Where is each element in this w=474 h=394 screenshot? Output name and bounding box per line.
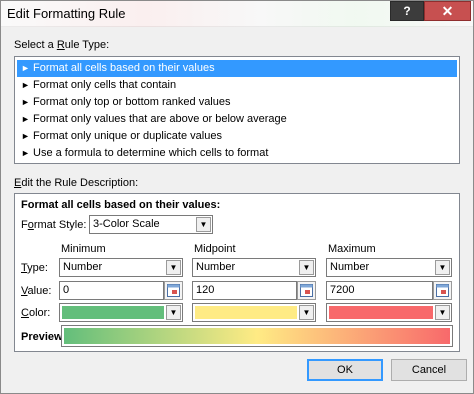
rule-type-item[interactable]: ► Format only values that are above or be… — [17, 111, 457, 128]
minimum-type-value: Number — [63, 261, 103, 273]
range-select-button[interactable] — [164, 281, 183, 300]
rule-type-item[interactable]: ► Use a formula to determine which cells … — [17, 145, 457, 162]
color-scale-preview — [64, 328, 450, 344]
ok-button[interactable]: OK — [307, 359, 383, 381]
maximum-value-input[interactable]: 7200 — [326, 281, 433, 300]
help-icon: ? — [403, 4, 411, 18]
chevron-down-icon[interactable]: ▼ — [299, 305, 314, 320]
chevron-down-icon[interactable]: ▼ — [166, 260, 181, 275]
arrow-right-icon: ► — [21, 131, 30, 141]
maximum-header: Maximum — [328, 243, 376, 255]
rule-type-item-label: Format only top or bottom ranked values — [33, 96, 231, 108]
arrow-right-icon: ► — [21, 97, 30, 107]
rule-type-item-label: Format only unique or duplicate values — [33, 130, 222, 142]
arrow-right-icon: ► — [21, 114, 30, 124]
preview-label: Preview: — [21, 331, 67, 343]
midpoint-type-value: Number — [196, 261, 236, 273]
preview-box — [61, 325, 453, 347]
chevron-down-icon[interactable]: ▼ — [196, 217, 211, 232]
value-row-label: Value: — [21, 285, 51, 297]
close-button[interactable]: ✕ — [424, 1, 471, 21]
rule-type-item-label: Format all cells based on their values — [33, 62, 215, 74]
range-select-icon — [167, 284, 180, 297]
rule-type-heading: Select a Rule Type: — [14, 39, 109, 51]
description-title: Format all cells based on their values: — [21, 199, 221, 211]
range-select-icon — [436, 284, 449, 297]
maximum-color-picker[interactable]: ▼ — [326, 303, 452, 322]
rule-type-item[interactable]: ► Format only cells that contain — [17, 77, 457, 94]
help-button[interactable]: ? — [390, 1, 424, 21]
minimum-type-select[interactable]: Number ▼ — [59, 258, 183, 277]
arrow-right-icon: ► — [21, 80, 30, 90]
rule-type-item[interactable]: ► Format all cells based on their values — [17, 60, 457, 77]
maximum-type-value: Number — [330, 261, 370, 273]
type-row-label-suffix: ype: — [27, 262, 48, 274]
color-row-label: Color: — [21, 307, 50, 319]
arrow-right-icon: ► — [21, 63, 30, 73]
midpoint-header: Midpoint — [194, 243, 236, 255]
maximum-color-swatch — [329, 306, 433, 319]
cancel-button[interactable]: Cancel — [391, 359, 467, 381]
minimum-value-input[interactable]: 0 — [59, 281, 164, 300]
rule-type-list[interactable]: ► Format all cells based on their values … — [14, 56, 460, 164]
midpoint-type-select[interactable]: Number ▼ — [192, 258, 316, 277]
rule-type-item[interactable]: ► Format only unique or duplicate values — [17, 128, 457, 145]
rule-type-item-label: Format only values that are above or bel… — [33, 113, 287, 125]
rule-type-item-label: Format only cells that contain — [33, 79, 177, 91]
edit-formatting-rule-dialog: Edit Formatting Rule ? ✕ Select a Rule T… — [0, 0, 474, 394]
range-select-button[interactable] — [297, 281, 316, 300]
midpoint-color-swatch — [195, 306, 297, 319]
arrow-right-icon: ► — [21, 148, 30, 158]
chevron-down-icon[interactable]: ▼ — [435, 305, 450, 320]
rule-description-heading: Edit the Rule Description: — [14, 177, 138, 189]
format-style-value: 3-Color Scale — [93, 218, 160, 230]
rule-type-heading-hotkey: R — [56, 39, 65, 51]
chevron-down-icon[interactable]: ▼ — [166, 305, 181, 320]
format-style-label: Format Style: — [21, 219, 86, 231]
type-row-label: Type: — [21, 262, 48, 274]
value-row-label-suffix: alue: — [27, 285, 52, 297]
minimum-header: Minimum — [61, 243, 106, 255]
rule-description-heading-suffix: dit the Rule Description: — [21, 177, 139, 189]
rule-type-item-label: Use a formula to determine which cells t… — [33, 147, 269, 159]
close-icon: ✕ — [441, 2, 454, 19]
range-select-button[interactable] — [433, 281, 452, 300]
midpoint-value-input[interactable]: 120 — [192, 281, 297, 300]
color-row-label-hotkey: C — [21, 307, 29, 319]
minimum-color-swatch — [62, 306, 164, 319]
dialog-title: Edit Formatting Rule — [7, 6, 126, 21]
format-style-label-prefix: F — [21, 219, 28, 231]
rule-type-item[interactable]: ► Format only top or bottom ranked values — [17, 94, 457, 111]
rule-type-heading-suffix: ule Type: — [64, 39, 110, 51]
maximum-type-select[interactable]: Number ▼ — [326, 258, 452, 277]
format-style-label-suffix: rmat Style: — [33, 219, 87, 231]
minimum-color-picker[interactable]: ▼ — [59, 303, 183, 322]
midpoint-color-picker[interactable]: ▼ — [192, 303, 316, 322]
title-bar: Edit Formatting Rule ? ✕ — [1, 1, 473, 27]
format-style-select[interactable]: 3-Color Scale ▼ — [89, 215, 213, 234]
chevron-down-icon[interactable]: ▼ — [299, 260, 314, 275]
rule-type-heading-prefix: Select a — [14, 39, 57, 51]
chevron-down-icon[interactable]: ▼ — [435, 260, 450, 275]
range-select-icon — [300, 284, 313, 297]
color-row-label-suffix: olor: — [28, 307, 51, 319]
